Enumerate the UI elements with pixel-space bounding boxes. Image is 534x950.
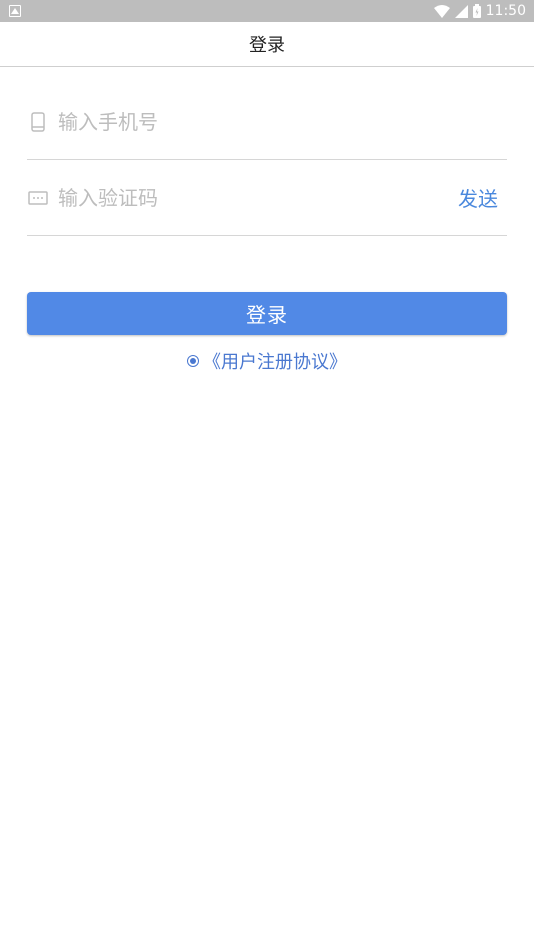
title-bar: 登录 bbox=[0, 22, 534, 67]
status-bar: 11:50 bbox=[0, 0, 534, 22]
page-title: 登录 bbox=[249, 35, 285, 56]
notification-icon bbox=[9, 5, 21, 17]
radio-dot bbox=[190, 358, 196, 364]
code-input[interactable] bbox=[58, 185, 458, 210]
status-time: 11:50 bbox=[485, 3, 526, 19]
login-button[interactable]: 登录 bbox=[27, 292, 507, 335]
wifi-icon bbox=[433, 4, 450, 18]
phone-field bbox=[27, 84, 507, 160]
status-right: 11:50 bbox=[433, 0, 526, 22]
send-code-button[interactable]: 发送 bbox=[458, 183, 498, 212]
battery-icon bbox=[472, 4, 481, 18]
signal-icon bbox=[454, 4, 468, 18]
agreement-radio[interactable] bbox=[187, 355, 199, 367]
code-field: 发送 bbox=[27, 160, 507, 236]
phone-icon bbox=[27, 111, 49, 133]
message-icon bbox=[27, 187, 49, 209]
agreement-link[interactable]: 《用户注册协议》 bbox=[203, 348, 347, 374]
phone-input[interactable] bbox=[58, 109, 507, 134]
agreement-row: 《用户注册协议》 bbox=[0, 347, 534, 375]
